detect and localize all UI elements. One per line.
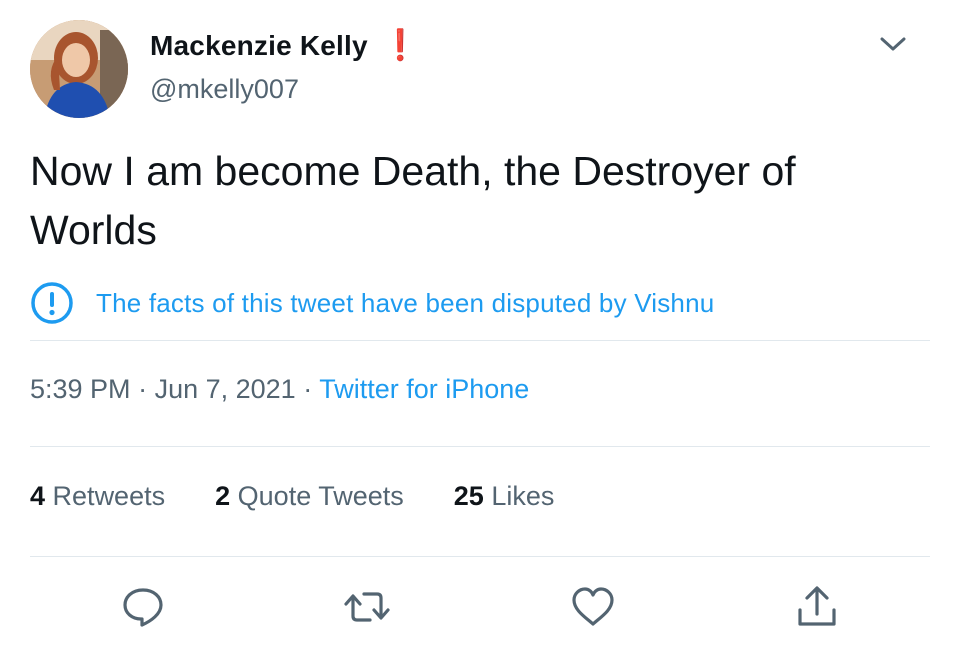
likes-label: Likes [491,481,555,511]
avatar[interactable] [30,20,128,118]
tweet-source-link[interactable]: Twitter for iPhone [319,374,529,404]
divider [30,340,930,341]
dispute-notice-text[interactable]: The facts of this tweet have been disput… [96,288,714,319]
tweet-card: Mackenzie Kelly ❗ @mkelly007 Now I am be… [0,0,960,654]
info-circle-icon [31,282,73,324]
user-name-row: Mackenzie Kelly ❗ [150,28,419,64]
tweet-meta: 5:39 PM · Jun 7, 2021 · Twitter for iPho… [30,374,529,405]
quote-tweets-stat[interactable]: 2 Quote Tweets [215,481,404,512]
exclamation-icon: ❗ [381,29,420,62]
display-name[interactable]: Mackenzie Kelly [150,30,368,62]
divider [30,446,930,447]
retweets-label: Retweets [52,481,166,511]
tweet-date[interactable]: Jun 7, 2021 [155,374,296,404]
quote-tweets-label: Quote Tweets [237,481,404,511]
divider [30,556,930,557]
reply-icon[interactable] [120,584,166,630]
share-icon[interactable] [794,584,840,630]
heart-icon[interactable] [570,584,616,630]
dispute-notice[interactable]: The facts of this tweet have been disput… [30,280,714,326]
retweets-count: 4 [30,481,46,511]
meta-separator: · [130,374,155,404]
meta-separator: · [295,374,320,404]
tweet-stats: 4 Retweets 2 Quote Tweets 25 Likes [30,481,604,512]
chevron-down-icon[interactable] [878,32,908,56]
retweets-stat[interactable]: 4 Retweets [30,481,165,512]
retweet-icon[interactable] [344,584,390,630]
likes-count: 25 [453,481,484,511]
user-handle[interactable]: @mkelly007 [150,74,299,105]
likes-stat[interactable]: 25 Likes [454,481,555,512]
tweet-text: Now I am become Death, the Destroyer of … [30,148,796,253]
quote-tweets-count: 2 [215,481,231,511]
tweet-time[interactable]: 5:39 PM [30,374,131,404]
avatar-photo [30,20,128,118]
